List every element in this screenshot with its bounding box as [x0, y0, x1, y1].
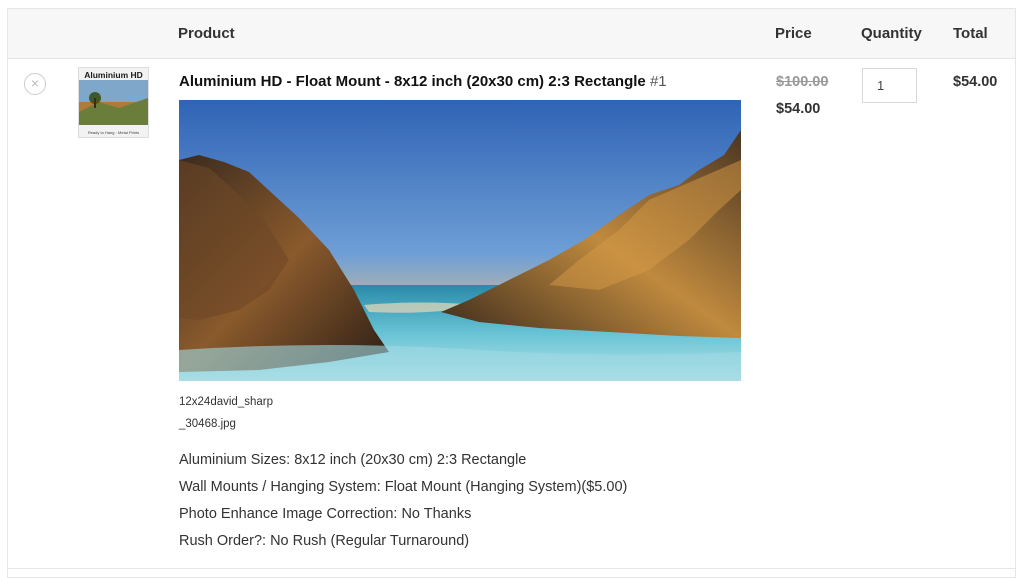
thumbnail-footer: Ready to Hang · Metal Prints [87, 130, 140, 135]
header-total: Total [953, 25, 988, 42]
header-quantity: Quantity [861, 25, 922, 42]
product-name-link[interactable]: Aluminium HD - Float Mount - 8x12 inch (… [179, 73, 646, 90]
product-thumbnail[interactable]: Aluminium HD Ready to Hang · Metal Print… [78, 67, 149, 138]
header-price: Price [775, 25, 812, 42]
option-rush-order: Rush Order?: No Rush (Regular Turnaround… [179, 533, 470, 549]
option-wall-mount: Wall Mounts / Hanging System: Float Moun… [179, 479, 628, 495]
product-number: #1 [649, 73, 667, 90]
cart-table-header: Product Price Quantity Total [8, 9, 1015, 59]
row-divider [8, 568, 1015, 569]
original-price: $100.00 [776, 74, 829, 90]
product-name: Aluminium HD - Float Mount - 8x12 inch (… [179, 73, 667, 90]
header-product: Product [178, 25, 235, 42]
quantity-input[interactable] [862, 68, 917, 103]
uploaded-photo [179, 100, 741, 381]
file-name-line1: 12x24david_sharp [179, 396, 273, 408]
remove-item-button[interactable]: × [24, 73, 46, 95]
option-photo-enhance: Photo Enhance Image Correction: No Thank… [179, 506, 472, 522]
cart-table: Product Price Quantity Total × Aluminium… [7, 8, 1016, 578]
line-total: $54.00 [953, 74, 998, 90]
sale-price: $54.00 [776, 101, 821, 117]
option-aluminium-size: Aluminium Sizes: 8x12 inch (20x30 cm) 2:… [179, 452, 527, 468]
photo-image [179, 100, 741, 381]
file-name-line2: _30468.jpg [179, 418, 236, 430]
thumbnail-title: Aluminium HD [84, 70, 143, 80]
